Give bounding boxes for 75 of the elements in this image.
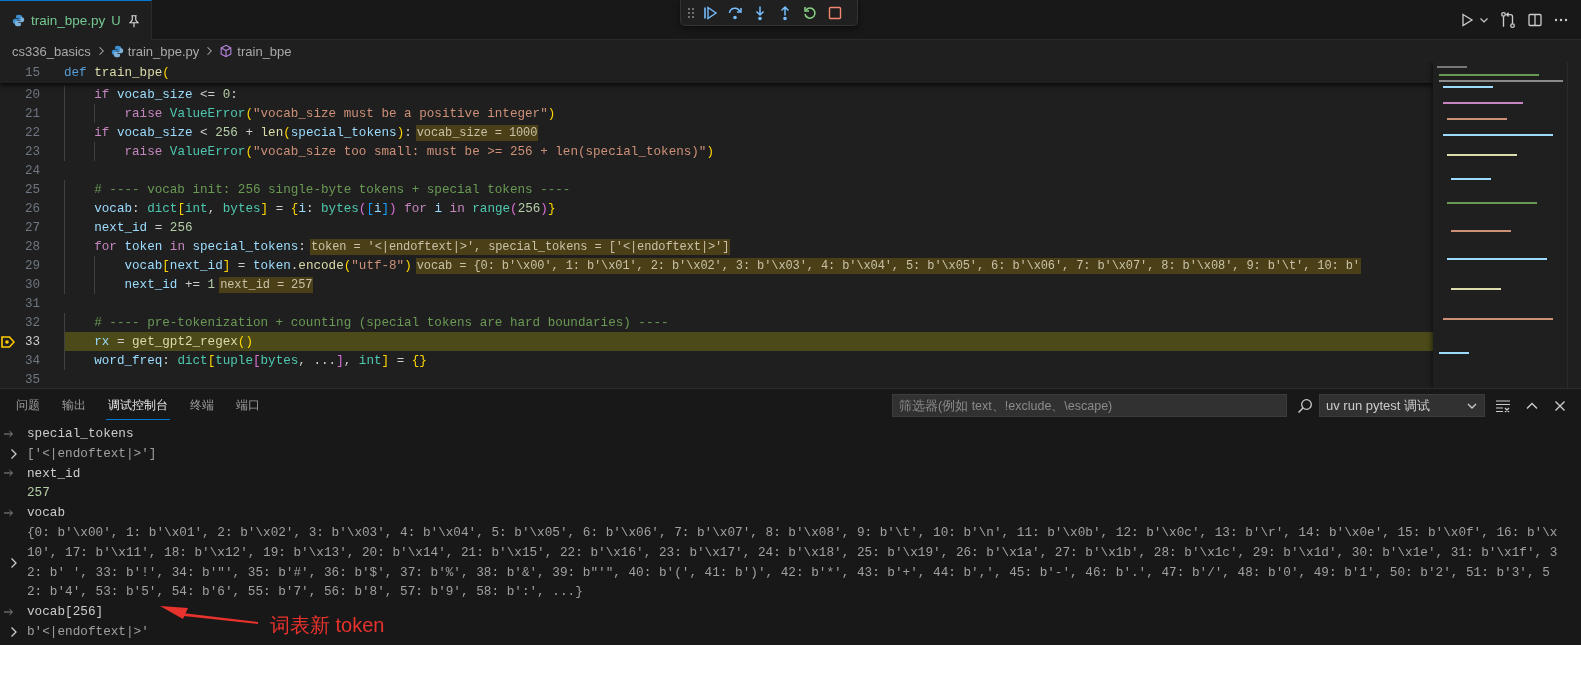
breadcrumb-item[interactable]: train_bpe.py bbox=[127, 43, 200, 59]
code-line: next_id += 1 bbox=[124, 277, 216, 292]
panel-tab[interactable]: 调试控制台 bbox=[106, 391, 170, 420]
line-number: 34 bbox=[23, 353, 40, 368]
filter-field[interactable]: 筛选器(例如 text、!exclude、\escape) bbox=[892, 394, 1287, 417]
code-line: rx = get_gpt2_regex() bbox=[94, 334, 253, 349]
grip-icon[interactable] bbox=[687, 6, 695, 19]
python-file-icon bbox=[12, 14, 25, 27]
search-icon[interactable] bbox=[1297, 397, 1313, 414]
line-number: 32 bbox=[23, 315, 40, 330]
current-line-icon[interactable] bbox=[1, 335, 15, 348]
code-line: word_freq: dict[tuple[bytes, ...], int] = {} bbox=[94, 353, 427, 368]
line-number: 35 bbox=[23, 372, 40, 387]
arrow-icon bbox=[4, 429, 14, 438]
arrow-icon bbox=[4, 608, 14, 617]
cube-icon bbox=[219, 44, 234, 58]
panel-tab[interactable]: 输出 bbox=[60, 391, 88, 420]
restart-icon[interactable] bbox=[802, 4, 818, 21]
continue-icon[interactable] bbox=[702, 4, 718, 21]
compare-changes-icon[interactable] bbox=[1499, 10, 1517, 29]
split-editor-icon[interactable] bbox=[1527, 11, 1543, 28]
code-line: vocab: dict[int, bytes] = {i: bytes([i]) for i in range(256)} bbox=[94, 201, 556, 216]
code-line: if vocab_size < 256 + len(special_tokens): bbox=[94, 125, 412, 140]
step-over-icon[interactable] bbox=[727, 4, 743, 21]
result-text: b'<|endoftext|>' bbox=[27, 622, 149, 641]
inline-value: token = '<|endoftext|>', special_tokens = ['<|endoftext|>'] bbox=[309, 238, 731, 255]
code-line: raise ValueError("vocab_size must be a positive integer") bbox=[124, 106, 556, 121]
panel-tab[interactable]: 端口 bbox=[234, 391, 262, 420]
code-line: raise ValueError("vocab_size too small: must be >= 256 + len(special_tokens)") bbox=[124, 144, 714, 159]
line-number: 20 bbox=[23, 87, 40, 102]
line-number: 31 bbox=[23, 296, 40, 311]
code-line: vocab[next_id] = token.encode("utf-8") bbox=[124, 258, 412, 273]
line-number: 22 bbox=[23, 125, 40, 140]
line-number: 26 bbox=[23, 201, 40, 216]
expression-text: special_tokens bbox=[27, 425, 134, 443]
arrow-icon bbox=[4, 469, 14, 478]
result-text: 257 bbox=[27, 484, 50, 503]
result-text: {0: b'\x00', 1: b'\x01', 2: b'\x02', 3: b'\x03', 4: b'\x04', 5: b'\x05', 6: b'\x06', 7: b'\x07', 8: b'\x08', 9: b'\t', 10: b'\n', 11: b'\x0b', 12: b'\x0c', 13: b'\r', 14: b'\x0e', 15: b'\x0f', 16: b'\x10', 17: b'\x11', 18: b'\x12', 19: b'\x13', 20: b'\x14', 21: b'\x15', 22: b'\x16', 23: b'\x17', 24: b'\x18', 25: b'\x19', 26: b'\x1a', 27: b'\x1b', 28: b'\x1c', 29: b'\x1d', 30: b'\x1e', 31: b'\x1f', 32: b' ', 33: b'!', 34: b'"', 35: b'#', 36: b'$', 37: b'%', 38: b'&', 39: b"'", 40: b'(', 41: b')', 42: b'*', 43: b'+', 44: b',', 45: b'-', 46: b'.', 47: b'/', 48: b'0', 49: b'1', 50: b'2', 51: b'3', 52: b'4', 53: b'5', 54: b'6', 55: b'7', 56: b'8', 57: b'9', 58: b':', ...} bbox=[27, 524, 1558, 602]
code-line: next_id = 256 bbox=[94, 220, 193, 235]
pin-icon[interactable] bbox=[126, 13, 141, 28]
line-number: 33 bbox=[23, 334, 40, 349]
code-line: # ---- pre-tokenization + counting (special tokens are hard boundaries) ---- bbox=[94, 315, 669, 330]
stop-icon[interactable] bbox=[827, 4, 843, 21]
breadcrumb-item[interactable]: cs336_basics bbox=[12, 43, 91, 59]
code-line: if vocab_size <= 0: bbox=[94, 87, 238, 102]
run-icon[interactable] bbox=[1459, 11, 1475, 28]
panel-tab[interactable]: 终端 bbox=[188, 391, 216, 420]
inline-value: vocab = {0: b'\x00', 1: b'\x01', 2: b'\x02', 3: b'\x03', 4: b'\x04', 5: b'\x05', 6: b'\x06', 7: b'\x07', 8: b'\x08', 9: b'\t', 10: b' bbox=[415, 257, 1361, 274]
breadcrumb-item[interactable]: train_bpe bbox=[237, 43, 292, 59]
line-number: 27 bbox=[23, 220, 40, 235]
clear-console-icon[interactable] bbox=[1495, 397, 1511, 414]
line-number: 24 bbox=[23, 163, 40, 178]
close-icon[interactable] bbox=[1553, 398, 1567, 413]
line-number: 30 bbox=[23, 277, 40, 292]
panel-tab[interactable]: 问题 bbox=[14, 391, 42, 420]
inline-value: vocab_size = 1000 bbox=[415, 124, 539, 141]
line-number: 15 bbox=[23, 65, 40, 80]
arrow-icon bbox=[4, 509, 14, 518]
line-number: 25 bbox=[23, 182, 40, 197]
result-text: ['<|endoftext|>'] bbox=[27, 444, 157, 463]
expression-text: vocab bbox=[27, 504, 66, 523]
python-file-icon bbox=[110, 44, 124, 58]
session-dropdown[interactable]: uv run pytest 调试 bbox=[1319, 394, 1485, 417]
expression-text: next_id bbox=[27, 464, 81, 483]
expression-text: vocab[256] bbox=[27, 603, 104, 622]
code-line: def train_bpe( bbox=[64, 65, 170, 80]
inline-value: next_id = 257 bbox=[219, 276, 314, 293]
line-number: 28 bbox=[23, 239, 40, 254]
line-number: 29 bbox=[23, 258, 40, 273]
line-number: 23 bbox=[23, 144, 40, 159]
code-line: # ---- vocab init: 256 single-byte tokens + special tokens ---- bbox=[94, 182, 571, 197]
editor-tab[interactable]: train_bpe.py U bbox=[0, 0, 152, 40]
code-line: for token in special_tokens: bbox=[94, 239, 306, 254]
line-number: 21 bbox=[23, 106, 40, 121]
annotation-text: 词表新 token bbox=[270, 613, 385, 637]
